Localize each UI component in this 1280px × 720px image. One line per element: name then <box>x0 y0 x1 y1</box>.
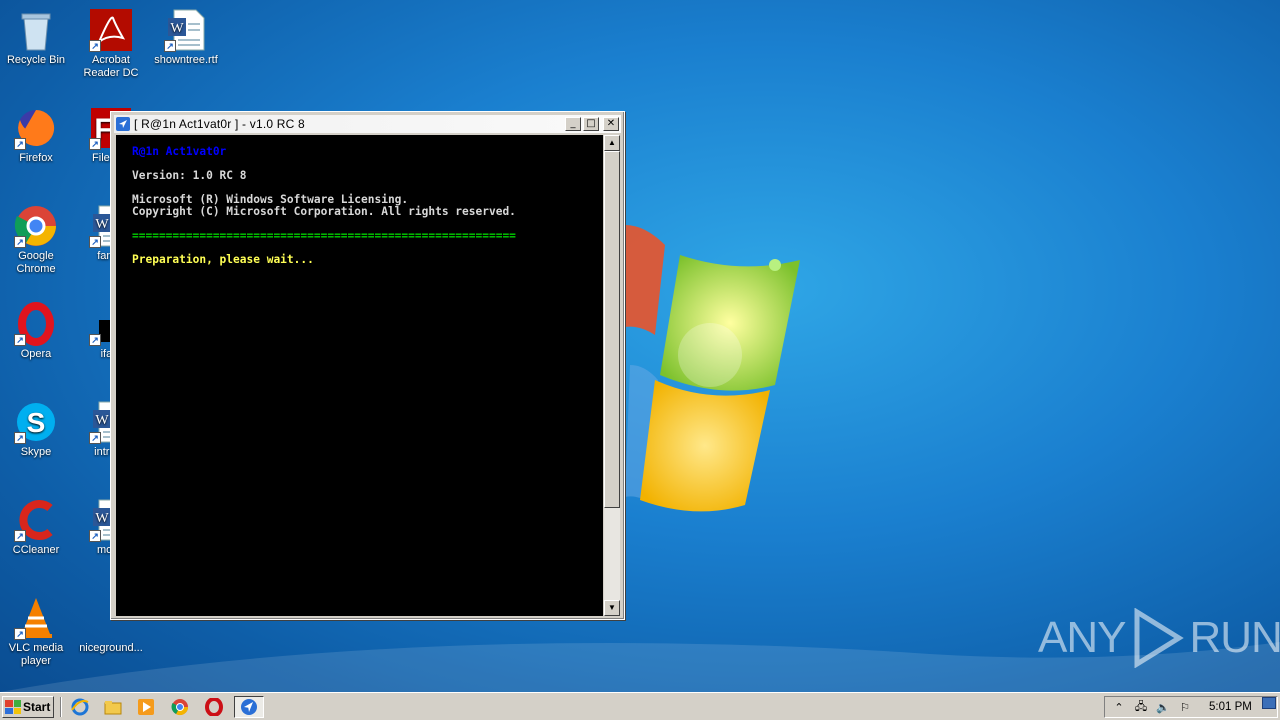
desktop-shortcut-label: Google Chrome <box>16 250 56 275</box>
desktop-shortcut[interactable]: ↗ Opera <box>1 302 71 361</box>
skype-icon: S ↗ <box>14 400 58 444</box>
console-line: R@1n Act1vat0r <box>132 145 227 158</box>
shortcut-arrow-icon: ↗ <box>89 334 101 346</box>
console-app-icon <box>116 117 130 131</box>
console-window[interactable]: [ R@1n Act1vat0r ] - v1.0 RC 8 _ □ ✕ R@1… <box>110 111 625 620</box>
opera-icon: ↗ <box>14 302 58 346</box>
desktop-shortcut-label: Firefox <box>19 152 53 164</box>
chrome-icon: ↗ <box>14 204 58 248</box>
explorer-icon[interactable] <box>104 698 122 716</box>
desktop-shortcut-label: Recycle Bin <box>6 54 66 66</box>
shortcut-arrow-icon: ↗ <box>89 138 101 150</box>
shortcut-arrow-icon: ↗ <box>164 40 176 52</box>
scroll-down-arrow-icon[interactable]: ▼ <box>604 600 620 616</box>
desktop-shortcut[interactable]: ↗ Firefox <box>1 106 71 165</box>
network-icon[interactable]: 🖧 <box>1133 699 1149 715</box>
desktop-shortcut[interactable]: ↗ CCleaner <box>1 498 71 557</box>
ccleaner-icon: ↗ <box>14 498 58 542</box>
show-hidden-icons-icon[interactable]: ⌃ <box>1111 699 1127 715</box>
console-line: ========================================… <box>132 229 516 242</box>
maximize-button[interactable]: □ <box>583 117 599 131</box>
action-center-flag-icon[interactable]: ⚐ <box>1177 699 1193 715</box>
shortcut-arrow-icon: ↗ <box>14 432 26 444</box>
desktop-shortcut[interactable]: ↗ VLC media player <box>1 596 71 668</box>
desktop-shortcut-label: Acrobat Reader DC <box>83 54 139 79</box>
taskbar: Start ⌃ 🖧 🔈 ⚐ 5:01 PM <box>0 692 1280 720</box>
ie-icon[interactable] <box>71 698 89 716</box>
shortcut-arrow-icon: ↗ <box>89 432 101 444</box>
watermark-text-right: RUN <box>1189 613 1280 662</box>
console-line: Version: 1.0 RC 8 <box>132 169 247 182</box>
recycle-bin-icon <box>14 8 58 52</box>
shortcut-arrow-icon: ↗ <box>14 236 26 248</box>
anyrun-watermark: ANY RUN <box>1038 608 1280 668</box>
shortcut-arrow-icon: ↗ <box>14 138 26 150</box>
desktop-shortcut-label: VLC media player <box>8 642 64 667</box>
system-tray: ⌃ 🖧 🔈 ⚐ 5:01 PM <box>1104 696 1278 718</box>
watermark-text-left: ANY <box>1038 613 1126 662</box>
svg-text:W: W <box>170 21 184 36</box>
console-line: Copyright (C) Microsoft Corporation. All… <box>132 205 516 218</box>
desktop-shortcut-label: showntree.rtf <box>154 54 218 66</box>
shortcut-arrow-icon: ↗ <box>89 40 101 52</box>
word-doc-icon: W ↗ <box>164 8 208 52</box>
clock[interactable]: 5:01 PM <box>1209 701 1252 713</box>
windows-flag-icon <box>5 700 21 714</box>
window-title: [ R@1n Act1vat0r ] - v1.0 RC 8 <box>134 117 305 131</box>
opera-icon[interactable] <box>205 698 223 716</box>
minimize-button[interactable]: _ <box>565 117 581 131</box>
svg-text:W: W <box>95 413 109 428</box>
desktop-shortcut[interactable]: ↗ Google Chrome <box>1 204 71 276</box>
shortcut-arrow-icon: ↗ <box>14 530 26 542</box>
svg-text:W: W <box>95 217 109 232</box>
scroll-up-arrow-icon[interactable]: ▲ <box>604 135 620 151</box>
chrome-icon[interactable] <box>171 698 189 716</box>
desktop-shortcut-label: CCleaner <box>12 544 60 556</box>
windows-wallpaper-logo <box>625 225 800 512</box>
shortcut-arrow-icon: ↗ <box>89 236 101 248</box>
shortcut-arrow-icon: ↗ <box>89 530 101 542</box>
active-task-button[interactable] <box>234 696 264 718</box>
console-app-icon <box>241 699 257 715</box>
svg-text:W: W <box>95 511 109 526</box>
show-desktop-button[interactable] <box>1262 697 1276 709</box>
vlc-icon: ↗ <box>14 596 58 640</box>
svg-text:S: S <box>27 407 46 438</box>
acrobat-icon: ↗ <box>89 8 133 52</box>
shortcut-arrow-icon: ↗ <box>14 628 26 640</box>
taskbar-separator <box>60 697 62 717</box>
firefox-icon: ↗ <box>14 106 58 150</box>
console-output[interactable]: R@1n Act1vat0r Version: 1.0 RC 8 Microsoft… <box>116 135 603 616</box>
console-line: Preparation, please wait... <box>132 253 314 266</box>
shortcut-arrow-icon: ↗ <box>14 334 26 346</box>
scroll-thumb[interactable] <box>604 151 620 508</box>
desktop-shortcut[interactable]: S ↗ Skype <box>1 400 71 459</box>
desktop-shortcut-label: Opera <box>20 348 52 360</box>
start-label: Start <box>23 700 51 714</box>
desktop-shortcut[interactable]: ↗ Acrobat Reader DC <box>76 8 146 80</box>
play-triangle-icon <box>1134 608 1185 668</box>
volume-icon[interactable]: 🔈 <box>1155 699 1171 715</box>
title-bar[interactable]: [ R@1n Act1vat0r ] - v1.0 RC 8 _ □ ✕ <box>114 115 621 133</box>
desktop-shortcut[interactable]: W ↗ showntree.rtf <box>151 8 221 67</box>
window-controls: _ □ ✕ <box>565 117 619 131</box>
desktop-shortcut-label: niceground... <box>79 642 143 654</box>
desktop-shortcut[interactable]: Recycle Bin <box>1 8 71 67</box>
start-button[interactable]: Start <box>2 696 54 718</box>
close-button[interactable]: ✕ <box>603 117 619 131</box>
desktop-shortcut-label: Skype <box>20 446 52 458</box>
vertical-scrollbar[interactable]: ▲ ▼ <box>604 135 620 616</box>
media-player-icon[interactable] <box>137 698 155 716</box>
